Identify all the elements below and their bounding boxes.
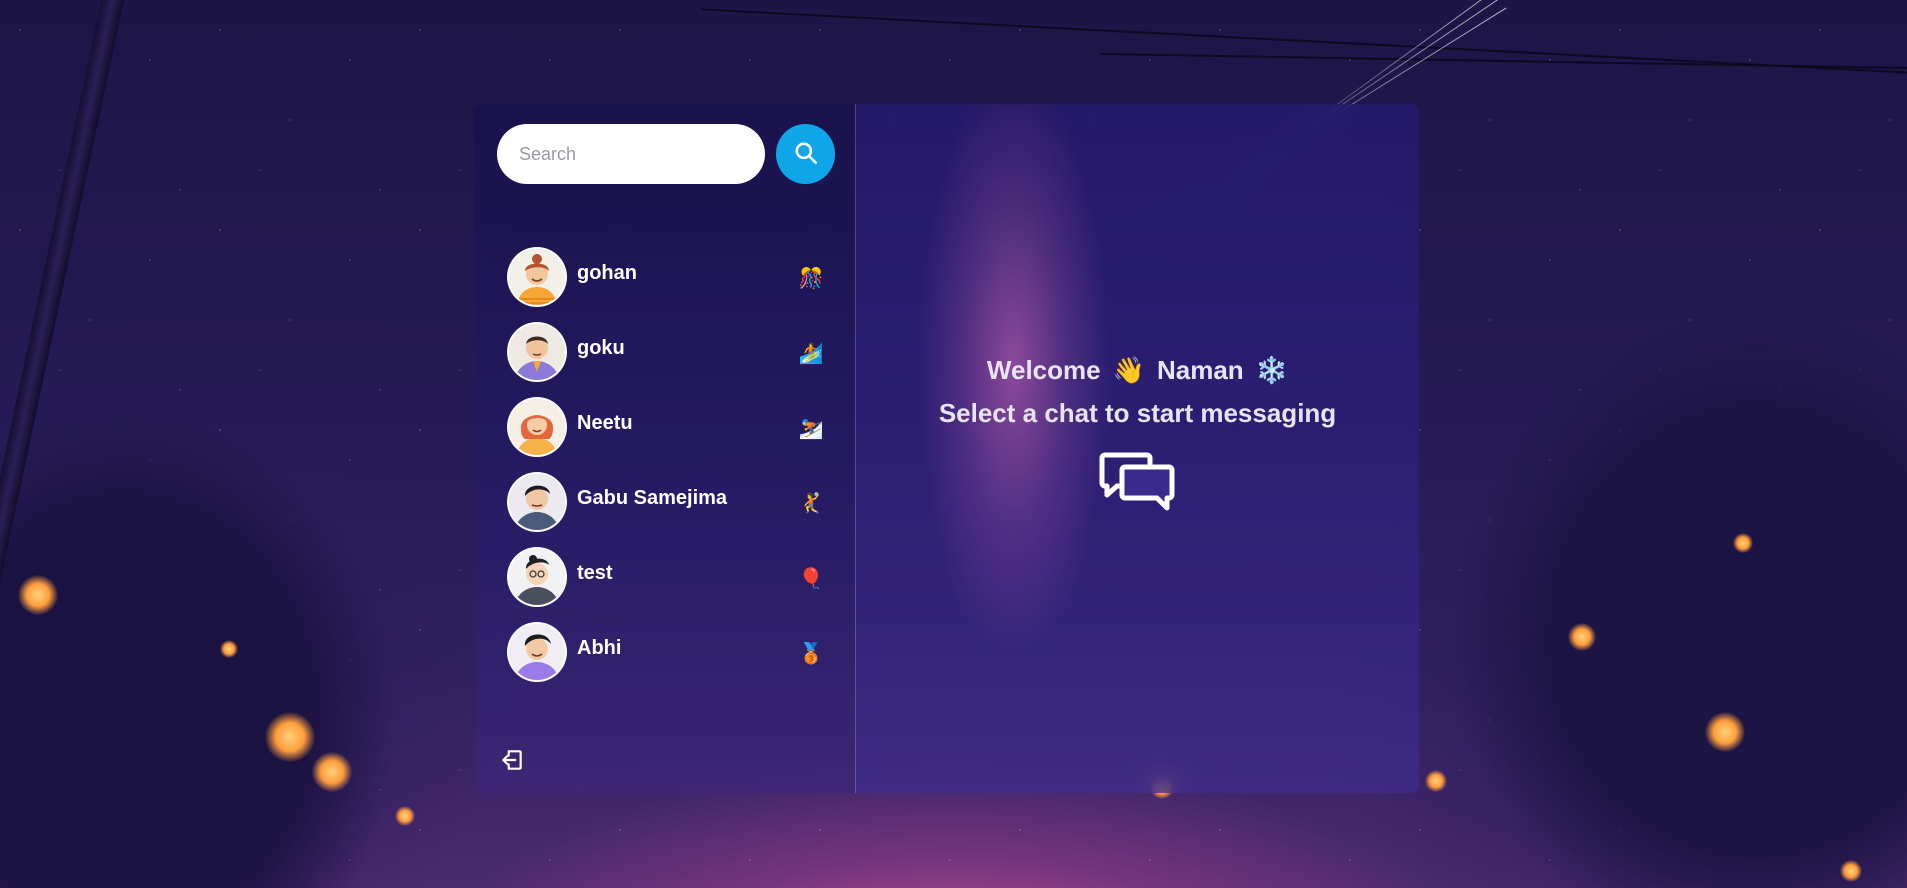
conversation-emoji: 🥉 — [798, 643, 824, 665]
conversation-emoji: 🎈 — [798, 568, 824, 590]
chat-app-panel: gohan 🎊 goku 🏄 — [475, 104, 1419, 793]
conversation-name: gohan — [577, 262, 637, 284]
avatar — [507, 321, 567, 382]
logout-icon — [499, 747, 525, 778]
avatar — [507, 396, 567, 457]
avatar — [507, 621, 567, 682]
conversation-name: Abhi — [577, 637, 622, 659]
chat-bubbles-icon — [939, 449, 1336, 513]
welcome-line: Welcome 👋 Naman ❄️ — [939, 355, 1336, 386]
sidebar: gohan 🎊 goku 🏄 — [475, 104, 856, 793]
conversation-name: goku — [577, 337, 625, 359]
wave-emoji: 👋 — [1112, 354, 1145, 385]
firefly — [1733, 533, 1753, 553]
welcome-word: Welcome — [986, 354, 1101, 385]
avatar — [507, 471, 567, 532]
conversation-list: gohan 🎊 goku 🏄 Neetu ⛷️ Gabu Samejima 🤾 … — [497, 239, 835, 689]
conversation-item[interactable]: Abhi 🥉 — [497, 614, 835, 689]
conversation-item[interactable]: Gabu Samejima 🤾 — [497, 464, 835, 539]
conversation-emoji: 🎊 — [798, 268, 824, 290]
firefly — [1840, 860, 1862, 882]
conversation-emoji: ⛷️ — [798, 418, 824, 440]
search-bar — [497, 124, 835, 184]
firefly — [220, 640, 238, 658]
logout-button[interactable] — [497, 747, 527, 777]
firefly — [395, 806, 415, 826]
search-button[interactable] — [776, 124, 835, 184]
conversation-item[interactable]: gohan 🎊 — [497, 239, 835, 314]
firefly — [1425, 770, 1447, 792]
search-icon — [793, 140, 819, 169]
welcome-subtitle: Select a chat to start messaging — [938, 397, 1337, 428]
conversation-name: Gabu Samejima — [577, 487, 728, 509]
conversation-emoji: 🤾 — [798, 493, 824, 515]
sidebar-footer — [497, 747, 835, 777]
conversation-emoji: 🏄 — [798, 343, 824, 365]
avatar — [507, 546, 567, 607]
firefly — [18, 575, 58, 615]
search-input[interactable] — [497, 124, 765, 184]
message-container: Welcome 👋 Naman ❄️ Select a chat to star… — [856, 104, 1419, 793]
conversation-name: Neetu — [577, 412, 633, 434]
user-name: Naman — [1156, 354, 1244, 385]
conversation-item[interactable]: goku 🏄 — [497, 314, 835, 389]
snow-emoji: ❄️ — [1255, 354, 1289, 385]
conversation-item[interactable]: Neetu ⛷️ — [497, 389, 835, 464]
firefly — [312, 752, 352, 792]
no-chat-selected: Welcome 👋 Naman ❄️ Select a chat to star… — [939, 355, 1336, 513]
trees-left — [0, 408, 400, 888]
firefly — [265, 712, 315, 762]
firefly — [1568, 623, 1596, 651]
firefly — [1705, 712, 1745, 752]
trees-right — [1447, 308, 1907, 888]
conversation-name: test — [577, 562, 613, 584]
conversation-item[interactable]: test 🎈 — [497, 539, 835, 614]
avatar — [507, 246, 567, 307]
